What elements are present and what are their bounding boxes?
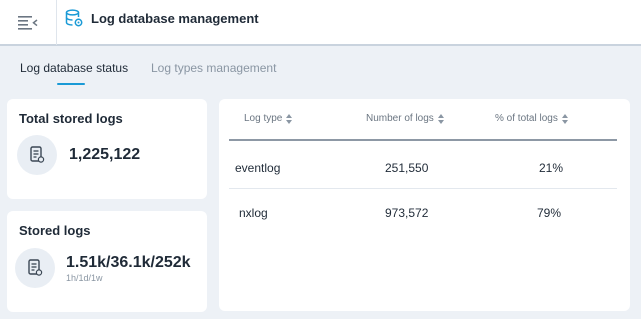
card-title: Stored logs xyxy=(19,223,91,238)
tab-log-types-management[interactable]: Log types management xyxy=(151,61,276,85)
page-title: Log database management xyxy=(91,10,259,26)
tab-bar: Log database status Log types management xyxy=(0,47,641,87)
table-cell-count: 251,550 xyxy=(385,161,429,175)
menu-collapse-icon xyxy=(18,15,38,30)
sidebar-toggle-button[interactable] xyxy=(0,0,57,45)
card-title: Total stored logs xyxy=(19,111,123,126)
table-cell-percent: 21% xyxy=(539,161,564,175)
stored-logs-period-caption: 1h/1d/1w xyxy=(66,273,103,283)
database-settings-icon xyxy=(64,8,84,28)
log-types-table-card: Log type Number of logs % of total logs … xyxy=(219,99,630,311)
tab-log-database-status[interactable]: Log database status xyxy=(20,61,128,85)
stored-logs-value: 1.51k/36.1k/252k xyxy=(66,254,191,271)
top-bar: Log database management xyxy=(0,0,641,46)
column-header-label: % of total logs xyxy=(495,113,558,124)
log-icon-circle xyxy=(15,248,55,288)
table-cell-count: 973,572 xyxy=(385,206,429,220)
column-header-label: Log type xyxy=(244,113,283,124)
column-header-log-type[interactable]: Log type xyxy=(244,113,293,124)
column-header-label: Number of logs xyxy=(366,113,434,124)
table-cell-log-type: nxlog xyxy=(239,206,268,220)
total-stored-logs-value: 1,225,122 xyxy=(69,146,141,163)
log-document-icon xyxy=(28,259,43,276)
active-tab-indicator xyxy=(57,83,85,85)
table-header-divider xyxy=(229,139,617,141)
row-divider xyxy=(229,188,617,189)
table-cell-percent: 79% xyxy=(537,206,562,220)
sort-icon xyxy=(561,113,568,124)
stored-logs-card: Stored logs 1.51k/36.1k/252k 1h/1d/1w xyxy=(7,211,207,312)
log-document-icon xyxy=(30,146,45,163)
sort-icon xyxy=(437,113,444,124)
log-icon-circle xyxy=(17,135,57,175)
page-header: Log database management xyxy=(64,8,259,28)
total-stored-logs-card: Total stored logs 1,225,122 xyxy=(7,99,207,199)
table-cell-log-type: eventlog xyxy=(235,161,281,175)
column-header-percent-of-total[interactable]: % of total logs xyxy=(495,113,568,124)
column-header-number-of-logs[interactable]: Number of logs xyxy=(366,113,444,124)
sort-icon xyxy=(286,113,293,124)
